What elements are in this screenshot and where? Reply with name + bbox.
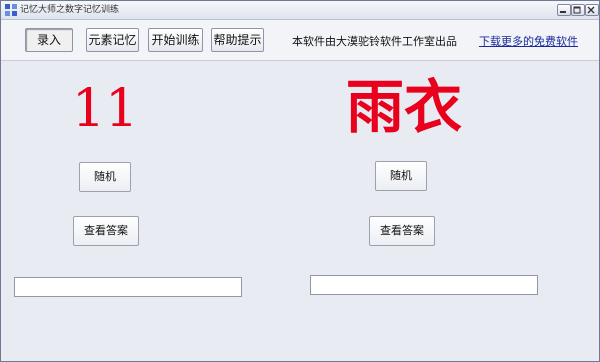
number-answer-input[interactable] bbox=[14, 277, 242, 297]
window-title: 记忆大师之数字记忆训练 bbox=[20, 5, 120, 15]
help-button[interactable]: 帮助提示 bbox=[211, 28, 264, 52]
credits-text: 本软件由大漠驼铃软件工作室出品 bbox=[292, 35, 457, 48]
minimize-icon bbox=[560, 11, 566, 13]
element-memory-button[interactable]: 元素记忆 bbox=[86, 28, 139, 52]
app-icon bbox=[5, 4, 17, 16]
title-bar[interactable]: 记忆大师之数字记忆训练 bbox=[1, 1, 599, 20]
app-window: 记忆大师之数字记忆训练 录入 元素记忆 开始训练 帮助提示 本软件由大漠驼铃软件… bbox=[0, 0, 600, 362]
entry-button[interactable]: 录入 bbox=[25, 28, 73, 52]
memory-word: 雨衣 bbox=[346, 73, 463, 141]
close-button[interactable] bbox=[585, 4, 599, 16]
start-training-button[interactable]: 开始训练 bbox=[148, 28, 203, 52]
download-link[interactable]: 下载更多的免费软件 bbox=[479, 33, 578, 49]
maximize-button[interactable] bbox=[571, 4, 585, 16]
show-answer-right-button[interactable]: 查看答案 bbox=[369, 216, 435, 246]
random-word-button[interactable]: 随机 bbox=[375, 161, 427, 191]
show-answer-left-button[interactable]: 查看答案 bbox=[73, 216, 139, 246]
toolbar: 录入 元素记忆 开始训练 帮助提示 本软件由大漠驼铃软件工作室出品 下载更多的免… bbox=[1, 20, 599, 61]
memory-number: 11 bbox=[72, 79, 139, 139]
word-answer-input[interactable] bbox=[310, 275, 538, 295]
maximize-icon bbox=[573, 6, 581, 14]
minimize-button[interactable] bbox=[557, 4, 571, 16]
close-icon bbox=[587, 6, 595, 14]
random-number-button[interactable]: 随机 bbox=[79, 162, 131, 192]
